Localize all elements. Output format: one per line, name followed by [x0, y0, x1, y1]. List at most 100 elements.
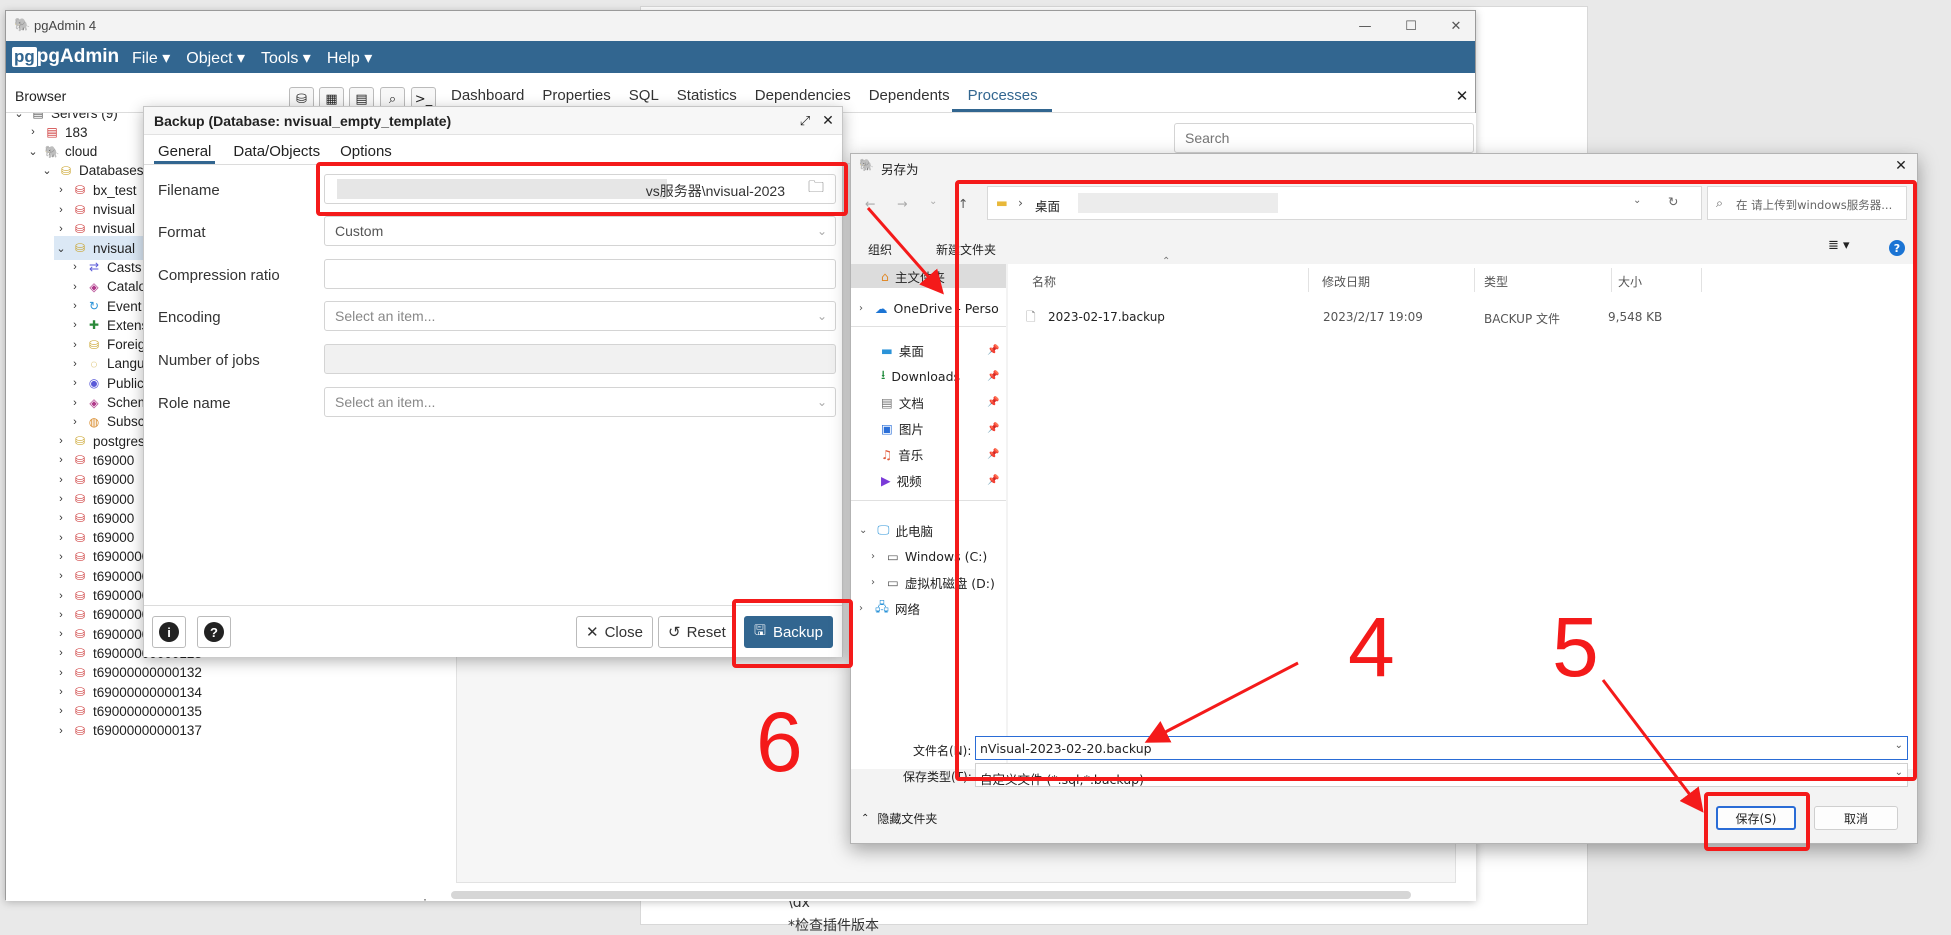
tree-item[interactable]: › ⛁ t69000000000137	[54, 719, 202, 743]
recent-chevron-icon[interactable]: ⌄	[929, 196, 937, 207]
info-icon: i	[159, 622, 179, 642]
nav-music[interactable]: ♫ 音乐	[881, 443, 923, 465]
chevron-right-icon[interactable]: ›	[68, 416, 82, 428]
schema-icon: ◈	[89, 395, 99, 410]
tab-sql[interactable]: SQL	[629, 87, 659, 104]
chevron-right-icon[interactable]: ›	[68, 300, 82, 312]
tab-data-objects[interactable]: Data/Objects	[233, 137, 320, 164]
close-icon[interactable]: ✕	[1444, 15, 1468, 37]
chevron-right-icon[interactable]: ›	[54, 551, 68, 563]
chevron-right-icon[interactable]: ›	[54, 570, 68, 582]
chevron-right-icon[interactable]: ›	[54, 204, 68, 216]
reset-button[interactable]: ↺ Reset	[658, 616, 736, 648]
database-error-icon: ⛁	[74, 530, 86, 545]
menu-object[interactable]: Object ▾	[186, 48, 245, 68]
chevron-right-icon[interactable]: ›	[54, 184, 68, 196]
chevron-down-icon[interactable]: ⌄	[40, 164, 54, 177]
chevron-down-icon[interactable]: ⌄	[26, 145, 40, 158]
chevron-right-icon[interactable]: ›	[68, 261, 82, 273]
casts-icon: ⇄	[88, 260, 100, 275]
chevron-right-icon[interactable]: ›	[54, 705, 68, 717]
database-icon: ⛁	[74, 434, 86, 449]
maximize-icon[interactable]: ☐	[1399, 15, 1423, 37]
horizontal-scrollbar[interactable]	[451, 891, 1411, 899]
back-arrow-icon[interactable]: ←	[865, 196, 875, 211]
chevron-right-icon[interactable]: ›	[54, 454, 68, 466]
tab-statistics[interactable]: Statistics	[677, 87, 737, 104]
dialog-close-icon[interactable]: ✕	[818, 111, 838, 131]
servers-icon: ▤	[32, 113, 44, 120]
tab-general[interactable]: General	[154, 137, 216, 164]
tab-options[interactable]: Options	[340, 137, 392, 164]
chevron-right-icon[interactable]: ›	[54, 532, 68, 544]
tab-dependents[interactable]: Dependents	[869, 87, 950, 104]
cancel-button[interactable]: 取消	[1814, 806, 1898, 830]
help-button[interactable]: ?	[197, 616, 231, 648]
format-select[interactable]: Custom ⌄	[324, 216, 836, 246]
nav-home[interactable]: ⌂ 主文件夹	[881, 265, 945, 287]
tab-dashboard[interactable]: Dashboard	[451, 87, 524, 104]
chevron-down-icon[interactable]: ⌄	[54, 242, 68, 255]
chevron-right-icon[interactable]: ›	[54, 609, 68, 621]
chevron-right-icon[interactable]: ›	[68, 339, 82, 351]
tab-properties[interactable]: Properties	[542, 87, 610, 104]
nav-pictures[interactable]: ▣ 图片	[881, 417, 924, 439]
tree-item-label: t69000000000134	[93, 684, 202, 700]
forward-arrow-icon[interactable]: →	[897, 196, 907, 211]
database-error-icon: ⛁	[74, 221, 86, 236]
chevron-right-icon[interactable]: ›	[68, 397, 82, 409]
chevron-right-icon[interactable]: ›	[54, 725, 68, 737]
close-panel-icon[interactable]: ✕	[1452, 86, 1472, 106]
hide-folders-toggle[interactable]: ⌃ 隐藏文件夹	[861, 810, 937, 827]
nav-this-pc[interactable]: ⌄ 🖵 此电脑	[859, 519, 933, 541]
info-button[interactable]: i	[152, 616, 186, 648]
chevron-right-icon[interactable]: ›	[54, 493, 68, 505]
publication-icon: ◉	[88, 376, 100, 391]
expand-icon[interactable]: ⤢	[795, 111, 815, 131]
annotation-box-save	[1704, 792, 1810, 851]
role-placeholder: Select an item...	[335, 394, 436, 410]
chevron-right-icon[interactable]: ›	[54, 512, 68, 524]
organize-button[interactable]: 组织	[868, 241, 892, 258]
tree-item-label: t69000000000137	[93, 723, 202, 739]
chevron-right-icon[interactable]: ›	[54, 474, 68, 486]
nav-desktop[interactable]: ▬ 桌面	[881, 339, 924, 361]
jobs-input[interactable]	[324, 344, 836, 374]
chevron-right-icon[interactable]: ›	[54, 686, 68, 698]
nav-videos[interactable]: ▶ 视频	[881, 469, 922, 491]
database-error-icon: ⛁	[74, 569, 86, 584]
close-icon[interactable]: ✕	[1891, 156, 1911, 176]
computer-icon: 🖵	[877, 522, 890, 537]
chevron-right-icon[interactable]: ›	[54, 435, 68, 447]
nav-documents[interactable]: ▤ 文档	[881, 391, 924, 413]
menu-tools[interactable]: Tools ▾	[261, 48, 311, 68]
chevron-right-icon[interactable]: ›	[54, 628, 68, 640]
reset-icon: ↺	[668, 624, 681, 641]
nav-downloads[interactable]: ⭳ Downloads	[881, 365, 960, 387]
chevron-right-icon[interactable]: ›	[54, 667, 68, 679]
compression-input[interactable]	[324, 259, 836, 289]
search-input[interactable]	[1174, 123, 1474, 153]
database-error-icon: ⛁	[74, 665, 86, 680]
chevron-right-icon[interactable]: ›	[68, 358, 82, 370]
chevron-right-icon[interactable]: ›	[54, 590, 68, 602]
chevron-right-icon[interactable]: ›	[68, 319, 82, 331]
tab-processes[interactable]: Processes	[968, 87, 1038, 104]
tab-dependencies[interactable]: Dependencies	[755, 87, 851, 104]
encoding-select[interactable]: Select an item... ⌄	[324, 301, 836, 331]
menu-file[interactable]: File ▾	[132, 48, 170, 68]
chevron-right-icon[interactable]: ›	[26, 126, 40, 138]
chevron-right-icon[interactable]: ›	[54, 223, 68, 235]
menu-help[interactable]: Help ▾	[327, 48, 372, 68]
minimize-icon[interactable]: —	[1353, 15, 1377, 37]
chevron-down-icon[interactable]: ⌄	[12, 113, 26, 120]
nav-network[interactable]: › 🖧 网络	[859, 597, 920, 619]
tree-item-label: nvisual	[93, 202, 136, 217]
tree-item-label: postgres	[93, 433, 145, 449]
document-icon: ▤	[881, 394, 893, 410]
chevron-right-icon[interactable]: ›	[68, 281, 82, 293]
role-select[interactable]: Select an item... ⌄	[324, 387, 836, 417]
chevron-right-icon[interactable]: ›	[54, 647, 68, 659]
close-button[interactable]: ✕ Close	[576, 616, 653, 648]
chevron-right-icon[interactable]: ›	[68, 377, 82, 389]
